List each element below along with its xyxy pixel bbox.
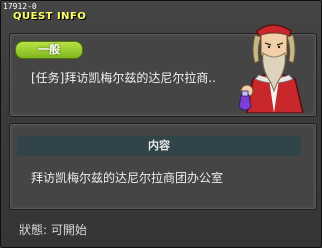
- quest-name: [任务]拜访凯梅尔兹的达尼尔拉商..: [31, 71, 216, 85]
- quest-description: 拜访凯梅尔兹的达尼尔拉商团办公室: [31, 171, 224, 185]
- npc-portrait: [238, 24, 304, 113]
- window-title: QUEST INFO: [13, 11, 87, 22]
- quest-info-window: 17912-0 QUEST INFO 一般 [任务]拜访凯梅尔兹的达尼尔拉商..…: [0, 0, 322, 248]
- quest-id: 17912-0: [3, 2, 37, 11]
- quest-category-badge: 一般: [15, 41, 83, 59]
- content-section-header: 内容: [17, 136, 301, 156]
- quest-status: 狀態: 可開始: [19, 223, 87, 237]
